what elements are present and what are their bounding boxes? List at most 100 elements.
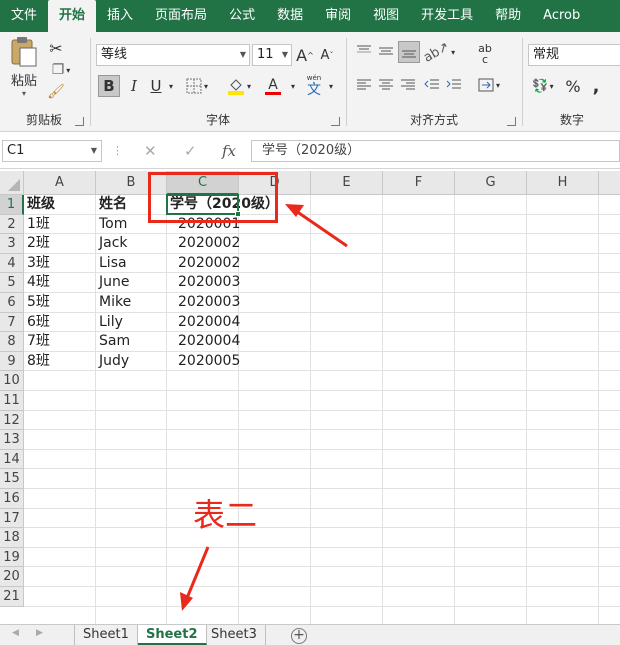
tab-home[interactable]: 开始	[48, 0, 97, 32]
insert-function-button[interactable]: fx	[222, 142, 236, 160]
row-header-14[interactable]: 14	[0, 449, 24, 470]
row-header-20[interactable]: 20	[0, 567, 24, 587]
column-header-a[interactable]: A	[24, 171, 96, 195]
data-cell-c5[interactable]: 2020003	[167, 273, 240, 293]
header-cell-a[interactable]: 班级	[24, 195, 55, 215]
phonetic-guide-button[interactable]: wén 文	[302, 72, 326, 100]
data-cell-a4[interactable]: 3班	[24, 254, 50, 274]
data-cell-a2[interactable]: 1班	[24, 215, 50, 235]
row-header-17[interactable]: 17	[0, 508, 24, 529]
select-all-button[interactable]	[0, 171, 24, 195]
bold-button[interactable]: B	[98, 75, 120, 97]
copy-button[interactable]: ❐ ▾	[46, 60, 76, 80]
comma-style-button[interactable]: ,	[586, 75, 606, 97]
row-header-5[interactable]: 5	[0, 273, 24, 293]
worksheet-grid[interactable]: ABCDEFGH 1 2 3 4 5 6 7 8 9 10 11 12 13 14 15 16 17 18 19 20…	[0, 171, 620, 624]
data-cell-b7[interactable]: Lily	[96, 313, 123, 333]
row-header-15[interactable]: 15	[0, 469, 24, 489]
align-bottom-button[interactable]	[398, 41, 420, 63]
tab-review[interactable]: 审阅	[314, 0, 362, 32]
cut-button[interactable]: ✂	[46, 38, 66, 58]
align-left-icon[interactable]	[356, 78, 372, 92]
number-format-combo[interactable]: 常规	[528, 44, 620, 66]
data-cell-c8[interactable]: 2020004	[167, 332, 240, 352]
wrap-text-button[interactable]: ab c	[474, 40, 496, 68]
row-header-13[interactable]: 13	[0, 430, 24, 450]
decrease-indent-icon[interactable]	[424, 78, 440, 92]
data-cell-c7[interactable]: 2020004	[167, 313, 240, 333]
tab-file[interactable]: 文件	[0, 0, 48, 32]
accounting-format-button[interactable]: 💱 ▾	[528, 75, 558, 97]
column-header-partial[interactable]	[599, 171, 620, 195]
data-cell-b5[interactable]: June	[96, 273, 130, 293]
borders-button[interactable]: ▾	[182, 75, 212, 97]
align-top-icon[interactable]	[356, 44, 372, 58]
column-header-g[interactable]: G	[455, 171, 527, 195]
row-header-6[interactable]: 6	[0, 293, 24, 313]
tab-page-layout[interactable]: 页面布局	[144, 0, 218, 32]
data-cell-c6[interactable]: 2020003	[167, 293, 240, 313]
font-color-button[interactable]: A	[258, 75, 288, 97]
row-header-12[interactable]: 12	[0, 410, 24, 431]
row-header-11[interactable]: 11	[0, 391, 24, 411]
data-cell-a3[interactable]: 2班	[24, 234, 50, 254]
row-header-7[interactable]: 7	[0, 312, 24, 333]
row-header-10[interactable]: 10	[0, 371, 24, 391]
name-box[interactable]: C1 ▼	[2, 140, 102, 162]
data-cell-a5[interactable]: 4班	[24, 273, 50, 293]
row-header-2[interactable]: 2	[0, 214, 24, 235]
tab-help[interactable]: 帮助	[484, 0, 532, 32]
data-cell-b6[interactable]: Mike	[96, 293, 131, 313]
data-cell-c3[interactable]: 2020002	[167, 234, 240, 254]
next-sheet-icon[interactable]: ▶	[36, 628, 43, 638]
cancel-icon[interactable]: ✕	[144, 142, 157, 160]
chevron-down-icon[interactable]: ▾	[326, 75, 336, 97]
dialog-launcher-icon[interactable]	[507, 117, 516, 126]
prev-sheet-icon[interactable]: ◀	[12, 628, 19, 638]
tab-view[interactable]: 视图	[362, 0, 410, 32]
chevron-down-icon[interactable]: ▾	[288, 75, 298, 97]
column-header-f[interactable]: F	[383, 171, 455, 195]
tab-formulas[interactable]: 公式	[218, 0, 266, 32]
shrink-font-button[interactable]: Aˇ	[317, 44, 337, 66]
sheet-tab-sheet1[interactable]: Sheet1	[74, 625, 138, 645]
data-cell-a9[interactable]: 8班	[24, 352, 50, 372]
data-cell-b9[interactable]: Judy	[96, 352, 129, 372]
row-header-3[interactable]: 3	[0, 234, 24, 254]
data-cell-c9[interactable]: 2020005	[167, 352, 240, 372]
fill-color-button[interactable]: ▾	[224, 75, 254, 97]
sheet-tab-sheet3[interactable]: Sheet3	[203, 625, 266, 645]
row-header-4[interactable]: 4	[0, 253, 24, 274]
align-middle-icon[interactable]	[378, 44, 394, 58]
format-painter-button[interactable]: 🖌	[46, 82, 66, 102]
font-size-combo[interactable]: 11 ▼	[252, 44, 292, 66]
row-header-19[interactable]: 19	[0, 547, 24, 568]
row-header-16[interactable]: 16	[0, 489, 24, 509]
data-cell-a8[interactable]: 7班	[24, 332, 50, 352]
header-cell-b[interactable]: 姓名	[96, 195, 127, 215]
add-sheet-button[interactable]: +	[291, 628, 307, 644]
data-cell-b2[interactable]: Tom	[96, 215, 127, 235]
dialog-launcher-icon[interactable]	[331, 117, 340, 126]
data-cell-a7[interactable]: 6班	[24, 313, 50, 333]
row-header-18[interactable]: 18	[0, 528, 24, 548]
orientation-button[interactable]: ab↗ ▾	[421, 39, 455, 66]
formula-input[interactable]: 学号（2020级）	[251, 140, 620, 162]
data-cell-b8[interactable]: Sam	[96, 332, 130, 352]
tab-data[interactable]: 数据	[266, 0, 314, 32]
data-cell-b4[interactable]: Lisa	[96, 254, 127, 274]
paste-button[interactable]: 粘贴 ▾	[6, 36, 42, 98]
merge-center-button[interactable]: ▾	[474, 75, 504, 95]
column-header-h[interactable]: H	[527, 171, 599, 195]
row-header-9[interactable]: 9	[0, 351, 24, 372]
align-right-icon[interactable]	[400, 78, 416, 92]
row-header-1[interactable]: 1	[0, 195, 24, 215]
percent-style-button[interactable]: %	[562, 75, 584, 97]
underline-button[interactable]: U	[146, 75, 166, 97]
enter-icon[interactable]: ✓	[184, 142, 197, 160]
more-options-icon[interactable]: ⋮	[112, 144, 123, 157]
dialog-launcher-icon[interactable]	[75, 117, 84, 126]
grow-font-button[interactable]: A ^	[295, 44, 315, 66]
data-cell-b3[interactable]: Jack	[96, 234, 128, 254]
sheet-tab-sheet2[interactable]: Sheet2	[138, 625, 207, 645]
